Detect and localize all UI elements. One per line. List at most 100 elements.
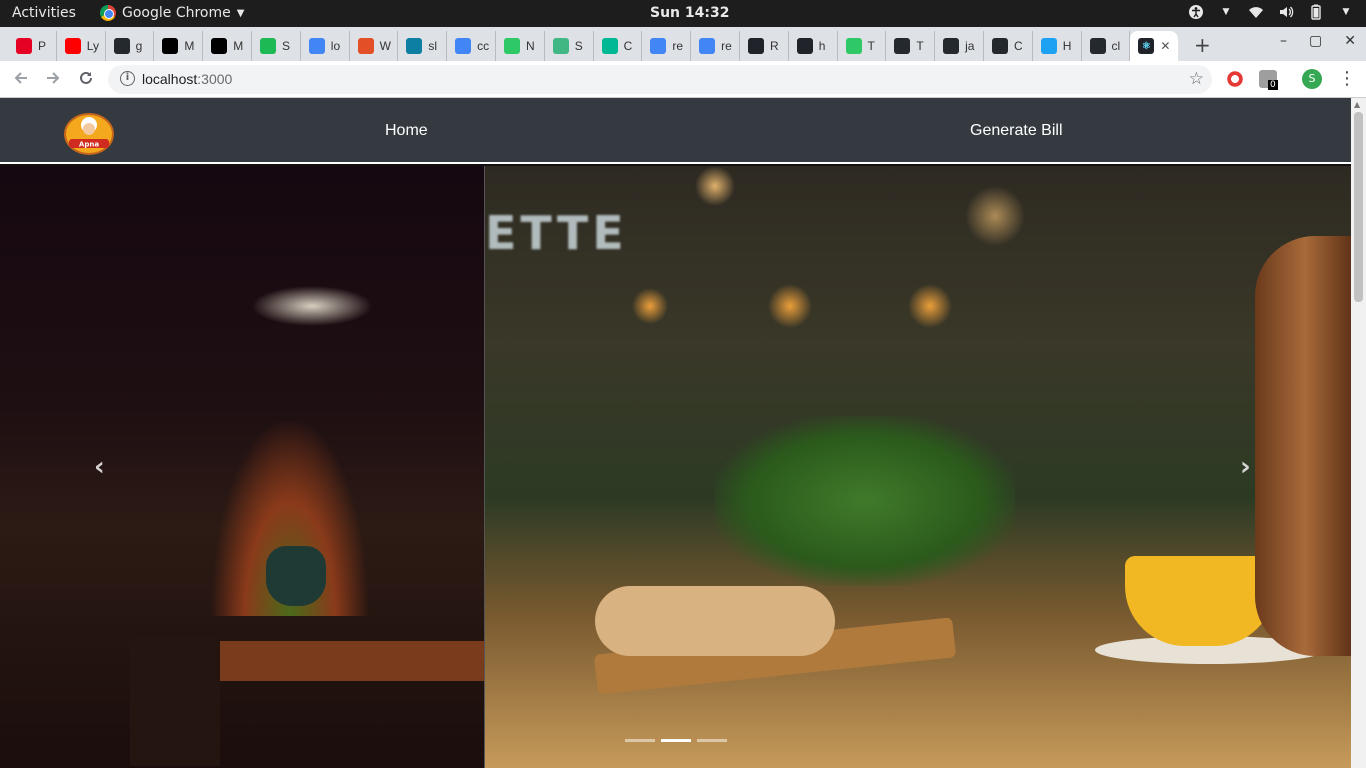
tab-title: lo xyxy=(330,39,341,53)
diamond-icon xyxy=(601,38,618,54)
browser-tab[interactable]: C xyxy=(594,31,643,61)
browser-tab[interactable]: h xyxy=(789,31,838,61)
site-info-icon[interactable]: i xyxy=(120,71,135,86)
tab-title: h xyxy=(818,39,826,53)
tab-list: P Ly g M M Slo Wsl cc N S Cre re Rh T Tja C Hcl ⚛ ✕ xyxy=(8,31,1179,61)
browser-tab-active[interactable]: ⚛ ✕ xyxy=(1130,31,1179,61)
browser-tab[interactable]: lo xyxy=(301,31,350,61)
maximize-button[interactable]: ▢ xyxy=(1309,33,1322,49)
chrome-icon xyxy=(100,5,116,21)
browser-tab[interactable]: T xyxy=(838,31,887,61)
chair xyxy=(130,636,220,766)
carousel-indicator-2[interactable] xyxy=(661,739,691,742)
battery-icon[interactable] xyxy=(1308,4,1324,20)
tab-title: N xyxy=(525,39,535,53)
browser-tab[interactable]: P xyxy=(8,31,57,61)
vase xyxy=(266,546,326,606)
tab-title: sl xyxy=(428,39,438,53)
accessibility-icon[interactable] xyxy=(1188,4,1204,20)
carousel-indicators xyxy=(625,739,727,742)
browser-tab[interactable]: re xyxy=(642,31,692,61)
window-controls: – ▢ ✕ xyxy=(1280,33,1356,49)
clock[interactable]: Sun 14:32 xyxy=(650,5,729,21)
google-icon xyxy=(455,38,472,54)
cafe-sign: ETTE xyxy=(485,206,628,260)
tab-title: g xyxy=(135,39,143,53)
browser-tab[interactable]: re xyxy=(691,31,740,61)
carousel-indicator-3[interactable] xyxy=(697,739,727,742)
minimize-button[interactable]: – xyxy=(1280,33,1287,49)
browser-menu-icon[interactable]: ⋮ xyxy=(1338,68,1356,89)
github-icon xyxy=(113,38,130,54)
app-name: Google Chrome xyxy=(122,5,231,21)
app-menu[interactable]: Google Chrome ▼ xyxy=(100,5,244,21)
tab-title: P xyxy=(38,39,47,53)
carousel-indicator-1[interactable] xyxy=(625,739,655,742)
tab-title: R xyxy=(769,39,779,53)
close-window-button[interactable]: ✕ xyxy=(1344,33,1356,49)
tab-title: cc xyxy=(477,39,490,53)
browser-tab[interactable]: Ly xyxy=(57,31,106,61)
wifi-icon[interactable] xyxy=(1248,4,1264,20)
new-tab-button[interactable]: + xyxy=(1194,33,1211,57)
extension-icon[interactable] xyxy=(1226,70,1244,88)
spotify-icon xyxy=(259,38,276,54)
url-text[interactable]: localhost:3000 xyxy=(142,71,232,87)
profile-avatar[interactable]: S xyxy=(1302,69,1322,89)
browser-tab[interactable]: H xyxy=(1033,31,1082,61)
tab-title: T xyxy=(916,39,924,53)
tab-title: cl xyxy=(1111,39,1121,53)
react-icon: ⚛ xyxy=(1138,38,1155,54)
tab-title: Ly xyxy=(86,39,100,53)
nav-home-link[interactable]: Home xyxy=(385,122,428,140)
restaurant-logo[interactable]: Apna xyxy=(62,107,116,157)
browser-tab[interactable]: ja xyxy=(935,31,984,61)
extension-icon[interactable]: 0 xyxy=(1259,70,1278,90)
google-icon xyxy=(308,38,325,54)
wooden-table xyxy=(190,641,500,681)
browser-tab[interactable]: C xyxy=(984,31,1033,61)
site-navbar: Apna Home Generate Bill xyxy=(0,98,1351,164)
forward-button[interactable] xyxy=(44,69,62,92)
vue-icon xyxy=(552,38,569,54)
plants xyxy=(715,416,1015,586)
volume-icon[interactable] xyxy=(1278,4,1294,20)
reload-icon xyxy=(80,71,92,84)
coffee-cup xyxy=(1125,556,1275,646)
scroll-up-icon[interactable]: ▲ xyxy=(1354,100,1360,109)
browser-tab[interactable]: g xyxy=(106,31,155,61)
reload-button[interactable] xyxy=(77,69,95,92)
bread xyxy=(595,586,835,656)
carousel-next-button[interactable]: › xyxy=(1240,452,1251,482)
browser-tab[interactable]: cl xyxy=(1082,31,1131,61)
tab-title: W xyxy=(379,39,391,53)
close-tab-icon[interactable]: ✕ xyxy=(1160,39,1170,53)
address-bar[interactable]: i localhost:3000 ☆ xyxy=(108,65,1212,94)
browser-tab[interactable]: S xyxy=(545,31,594,61)
nav-generate-bill-link[interactable]: Generate Bill xyxy=(970,122,1063,140)
browser-toolbar: i localhost:3000 ☆ 0 S ⋮ xyxy=(0,61,1366,98)
activities-button[interactable]: Activities xyxy=(12,5,76,21)
tab-title: re xyxy=(721,39,732,53)
browser-tab[interactable]: R xyxy=(740,31,789,61)
page-scrollbar[interactable]: ▲ xyxy=(1351,98,1366,768)
browser-tab[interactable]: T xyxy=(886,31,936,61)
medium-icon xyxy=(162,38,179,54)
system-tray[interactable]: ▼ ▼ xyxy=(1188,4,1354,20)
browser-tab[interactable]: cc xyxy=(447,31,496,61)
carousel-prev-button[interactable]: ‹ xyxy=(94,452,105,482)
scrollbar-thumb[interactable] xyxy=(1354,112,1363,302)
diner xyxy=(1255,236,1351,656)
bookmark-star-icon[interactable]: ☆ xyxy=(1189,69,1204,89)
back-button[interactable] xyxy=(12,69,30,92)
browser-tab[interactable]: M xyxy=(154,31,204,61)
arrow-left-icon xyxy=(14,72,27,84)
mongo-icon xyxy=(406,38,423,54)
tab-title: T xyxy=(867,39,875,53)
browser-tab[interactable]: M xyxy=(203,31,252,61)
browser-tab[interactable]: W xyxy=(350,31,399,61)
browser-tab[interactable]: sl xyxy=(398,31,448,61)
browser-tab[interactable]: S xyxy=(252,31,301,61)
browser-tab[interactable]: N xyxy=(496,31,545,61)
chevron-down-icon: ▼ xyxy=(1342,7,1350,17)
